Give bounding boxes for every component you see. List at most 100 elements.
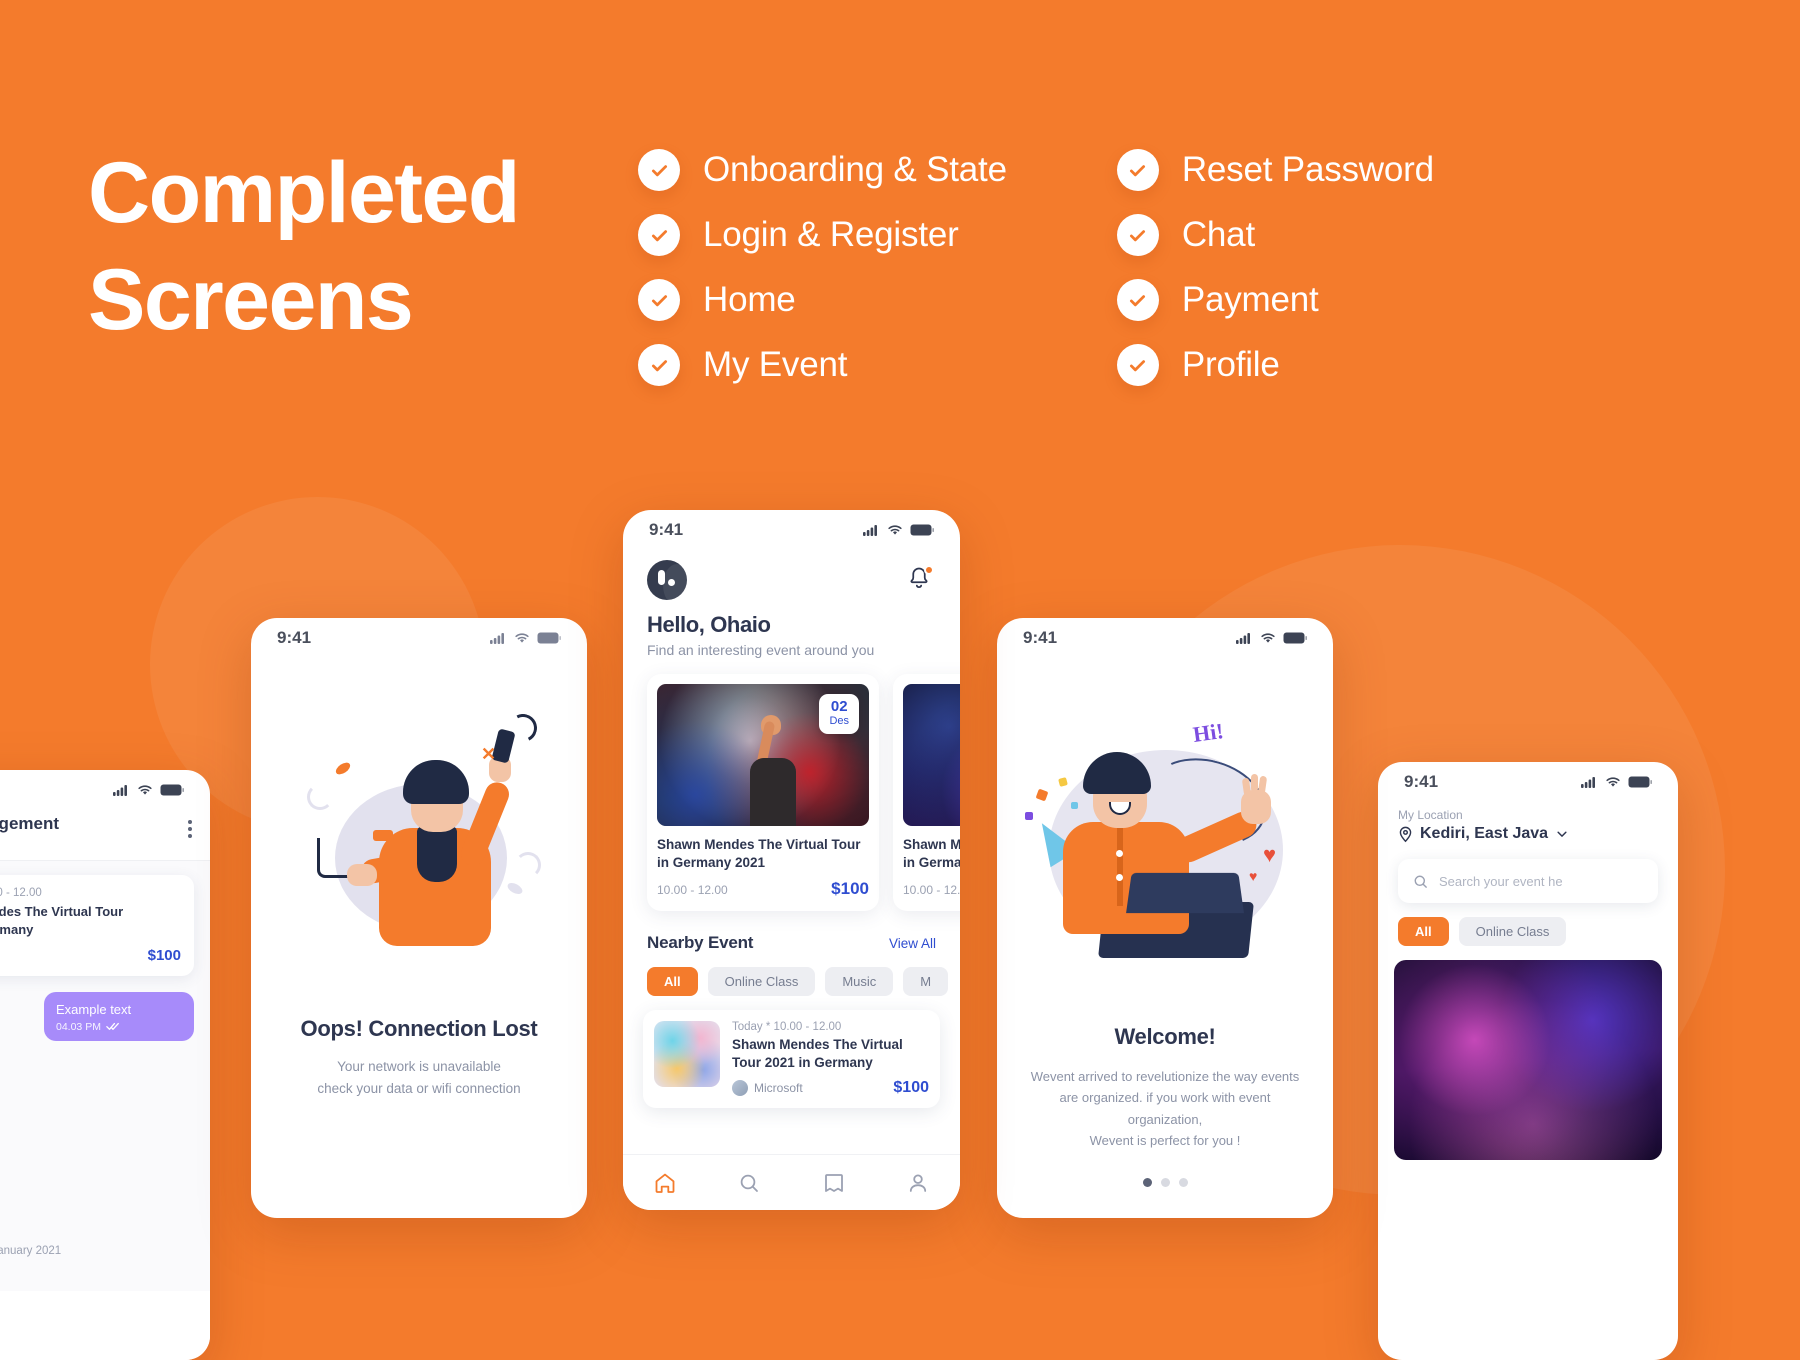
check-icon — [1116, 279, 1159, 321]
onboarding-pagination-dots[interactable] — [997, 1177, 1333, 1187]
event-title: Shawn Mendes The Virtual Tour in Germany… — [903, 837, 960, 871]
view-all-link[interactable]: View All — [889, 936, 936, 951]
poster-canvas: Completed Screens Onboarding & State Log… — [0, 0, 1800, 1360]
status-bar: 9:41 — [1378, 762, 1678, 802]
heart-icon: ♥ — [1263, 842, 1277, 867]
heart-icon: ♥ — [1249, 868, 1258, 884]
search-result-image[interactable] — [1394, 960, 1662, 1160]
location-value: Kediri, East Java — [1420, 825, 1549, 842]
filter-chip-music[interactable]: Music — [825, 967, 894, 997]
check-icon — [1116, 149, 1159, 191]
tab-tickets[interactable] — [822, 1171, 846, 1195]
checklist-item-label: My Event — [703, 345, 848, 384]
location-selector[interactable]: Kediri, East Java — [1378, 822, 1678, 843]
avatar[interactable] — [647, 560, 687, 600]
welcome-line1: Wevent arrived to revelutionize the way … — [1030, 1069, 1300, 1084]
status-icons — [490, 632, 561, 644]
checklist-column-right: Reset Password Chat Payment Profile — [1116, 148, 1434, 387]
tab-home[interactable] — [653, 1171, 677, 1195]
check-icon — [638, 279, 680, 321]
laptop-icon — [1126, 872, 1244, 914]
checklist-item-payment: Payment — [1116, 278, 1434, 322]
chat-pinned-event-card[interactable]: ay * 10.00 - 12.00 wn Mendes The Virtual… — [0, 875, 194, 976]
category-filter-chips[interactable]: All Online Class Music M — [623, 953, 960, 997]
signal-icon — [1581, 777, 1595, 788]
chat-contact-status: is — [0, 836, 59, 850]
phone-screen-chat: 9:41 p Management is ay * 10.00 - 12.00 … — [0, 770, 210, 1360]
checklist-item-profile: Profile — [1116, 343, 1434, 387]
nearby-event-organizer: Microsoft — [732, 1080, 803, 1097]
notification-badge-dot — [924, 565, 934, 575]
status-bar: 9:41 — [251, 618, 587, 658]
filter-chip-all[interactable]: All — [647, 967, 698, 997]
tab-profile[interactable] — [906, 1171, 930, 1195]
check-icon — [638, 214, 680, 256]
pagination-dot-active[interactable] — [1142, 1177, 1152, 1187]
nearby-event-item[interactable]: Today * 10.00 - 12.00 Shawn Mendes The V… — [643, 1010, 940, 1109]
more-options-icon[interactable] — [188, 814, 192, 838]
battery-icon — [160, 784, 184, 796]
wifi-icon — [1261, 633, 1275, 643]
filter-chip-online-class[interactable]: Online Class — [707, 967, 816, 997]
category-filter-chips[interactable]: All Online Class — [1378, 903, 1678, 946]
pinned-event-price: $100 — [147, 946, 181, 964]
featured-event-card[interactable]: 02 Des Shawn Mendes The Virtual Tour in … — [647, 674, 879, 912]
ticket-icon — [824, 1173, 843, 1192]
leaf-decoration-icon — [333, 760, 353, 777]
event-image — [903, 684, 960, 826]
status-icons — [113, 784, 184, 796]
chat-input-bar[interactable]: + — [0, 1302, 210, 1360]
nearby-event-body: Today * 10.00 - 12.00 Shawn Mendes The V… — [732, 1021, 929, 1097]
notification-button[interactable] — [906, 565, 936, 595]
character-left-hand — [347, 864, 377, 886]
pagination-dot[interactable] — [1160, 1177, 1170, 1187]
status-icons — [1236, 632, 1307, 644]
checklist-item-chat: Chat — [1116, 213, 1434, 257]
phone-screen-search: 9:41 My Location Kediri, East Java Searc… — [1378, 762, 1678, 1360]
filter-chip-online-class[interactable]: Online Class — [1458, 917, 1567, 946]
pinned-event-title-line2: 1 in Germany — [0, 921, 34, 937]
bottom-tab-bar[interactable] — [623, 1154, 960, 1210]
welcome-illustration: Hi! ♥ ♥ — [997, 694, 1333, 1014]
wifi-icon — [138, 785, 152, 795]
chat-message-time: 04.03 PM — [56, 1020, 101, 1033]
search-input[interactable]: Search your event he — [1398, 859, 1658, 903]
chat-message-text: Example text — [56, 1001, 132, 1017]
wifi-icon — [515, 633, 529, 643]
location-pin-icon — [1399, 826, 1412, 842]
signal-icon — [863, 525, 877, 536]
chat-header: p Management is — [0, 810, 210, 860]
tab-search[interactable] — [737, 1171, 761, 1195]
character-shirt-placket — [1117, 826, 1123, 906]
checklist-item-my-event: My Event — [638, 343, 1007, 387]
event-title: Shawn Mendes The Virtual Tour in Germany… — [657, 837, 861, 871]
checklist-item-label: Reset Password — [1181, 150, 1434, 189]
search-placeholder: Search your event he — [1439, 873, 1563, 889]
pagination-dot[interactable] — [1178, 1177, 1188, 1187]
greeting-title: Hello, Ohaio — [647, 612, 771, 637]
pinned-event-footer: Microsoft $100 — [0, 947, 181, 964]
filter-chip-all[interactable]: All — [1398, 917, 1449, 946]
status-bar: 9:41 — [623, 510, 960, 550]
filter-chip-more[interactable]: M — [903, 967, 949, 997]
featured-events-carousel[interactable]: 02 Des Shawn Mendes The Virtual Tour in … — [623, 658, 960, 912]
status-time: 9:41 — [1404, 772, 1439, 791]
signal-icon — [1236, 633, 1250, 644]
status-time: 9:41 — [1023, 628, 1058, 647]
avatar-mark-bar — [658, 570, 665, 585]
wifi-icon — [888, 525, 902, 535]
wifi-icon — [1606, 777, 1620, 787]
status-time: 9:41 — [277, 628, 312, 647]
check-icon — [1116, 214, 1159, 256]
event-meta: 10.00 - 12.00 $100 — [903, 879, 960, 899]
connection-lost-line1: Your network is unavailable — [337, 1059, 501, 1074]
chat-date-divider: terday, 20 January 2021 — [0, 1245, 62, 1257]
phone-screen-welcome: 9:41 Hi! ♥ ♥ Welcome! Wevent arrived to … — [997, 618, 1333, 1218]
checklist-item-label: Onboarding & State — [703, 150, 1007, 189]
double-check-icon — [106, 1023, 119, 1031]
battery-icon — [1628, 776, 1652, 788]
featured-event-card[interactable]: Shawn Mendes The Virtual Tour in Germany… — [893, 674, 960, 912]
person-icon — [909, 1173, 926, 1192]
checklist-item-home: Home — [638, 278, 1007, 322]
confetti-piece — [1058, 777, 1068, 787]
